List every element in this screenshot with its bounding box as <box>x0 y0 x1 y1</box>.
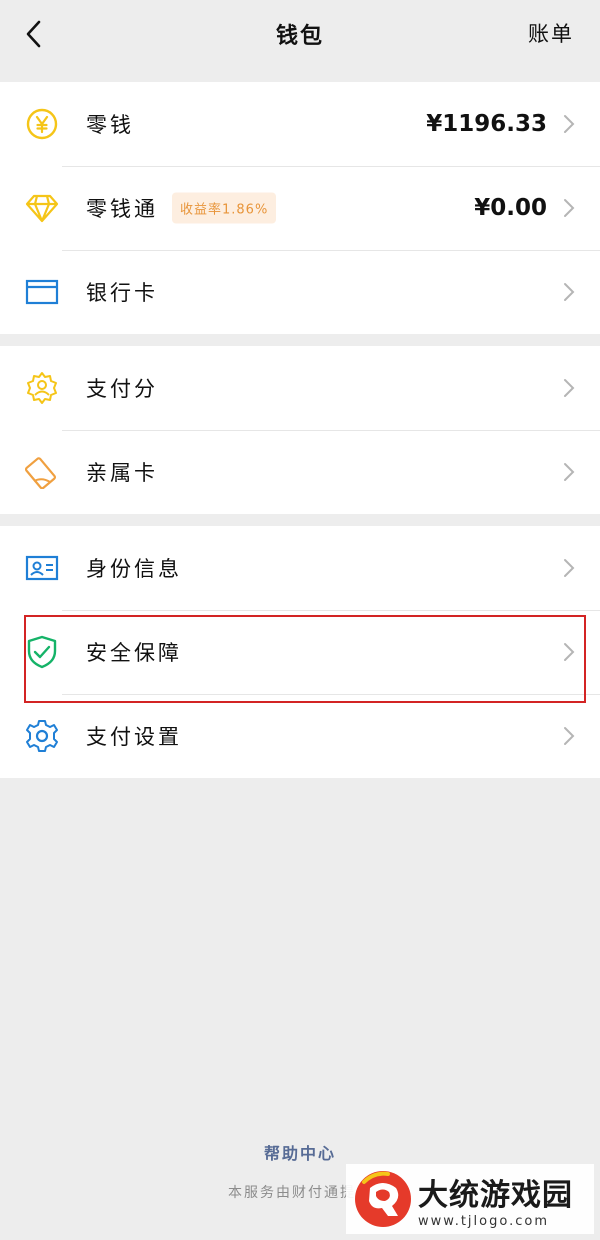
row-family-card[interactable]: 亲属卡 <box>0 430 600 514</box>
chevron-right-icon <box>564 199 575 217</box>
yield-rate-badge: 收益率1.86% <box>172 192 277 224</box>
pay-score-icon <box>24 370 60 406</box>
chevron-right-icon <box>564 379 575 397</box>
row-label: 身份信息 <box>86 557 182 581</box>
chevron-right-icon <box>564 727 575 745</box>
chevron-right-icon <box>564 559 575 577</box>
row-label: 支付分 <box>86 377 158 401</box>
row-identity-info[interactable]: 身份信息 <box>0 526 600 610</box>
change-pass-value: ¥0.00 <box>474 195 547 221</box>
chevron-right-icon <box>564 283 575 301</box>
row-pay-settings[interactable]: 支付设置 <box>0 694 600 778</box>
bill-button[interactable]: 账单 <box>528 18 574 48</box>
row-label: 零钱通 <box>86 197 158 221</box>
chevron-right-icon <box>564 463 575 481</box>
row-change[interactable]: 零钱 ¥1196.33 <box>0 82 600 166</box>
watermark-url: www.tjlogo.com <box>418 1213 549 1229</box>
id-card-icon <box>24 550 60 586</box>
chevron-right-icon <box>564 643 575 661</box>
site-watermark: 大统游戏园 www.tjlogo.com <box>346 1164 594 1234</box>
shield-check-icon <box>24 634 60 670</box>
gear-icon <box>24 718 60 754</box>
page-title: 钱包 <box>275 24 324 49</box>
row-label: 银行卡 <box>86 281 158 305</box>
diamond-icon <box>24 190 60 226</box>
wallet-group-settings: 身份信息 安全保障 支付设置 <box>0 526 600 778</box>
row-bank-card[interactable]: 银行卡 <box>0 250 600 334</box>
chevron-right-icon <box>564 115 575 133</box>
help-center-link[interactable]: 帮助中心 <box>0 1140 600 1164</box>
row-label: 零钱 <box>86 113 134 137</box>
row-change-pass[interactable]: 零钱通 收益率1.86% ¥0.00 <box>0 166 600 250</box>
balance-value: ¥1196.33 <box>426 111 547 137</box>
row-label: 亲属卡 <box>86 461 158 485</box>
row-pay-score[interactable]: 支付分 <box>0 346 600 430</box>
row-label: 支付设置 <box>86 725 182 749</box>
yen-coin-icon <box>24 106 60 142</box>
watermark-title: 大统游戏园 <box>418 1177 573 1213</box>
wallet-group-services: 支付分 亲属卡 <box>0 346 600 514</box>
family-card-icon <box>24 454 60 490</box>
bank-card-icon <box>24 274 60 310</box>
watermark-logo-icon <box>355 1171 411 1227</box>
nav-bar: 钱包 账单 <box>0 0 600 82</box>
row-security[interactable]: 安全保障 <box>0 610 600 694</box>
row-label: 安全保障 <box>86 641 182 665</box>
wallet-group-balance: 零钱 ¥1196.33 零钱通 收益率1.86% ¥0.00 银行卡 <box>0 82 600 334</box>
